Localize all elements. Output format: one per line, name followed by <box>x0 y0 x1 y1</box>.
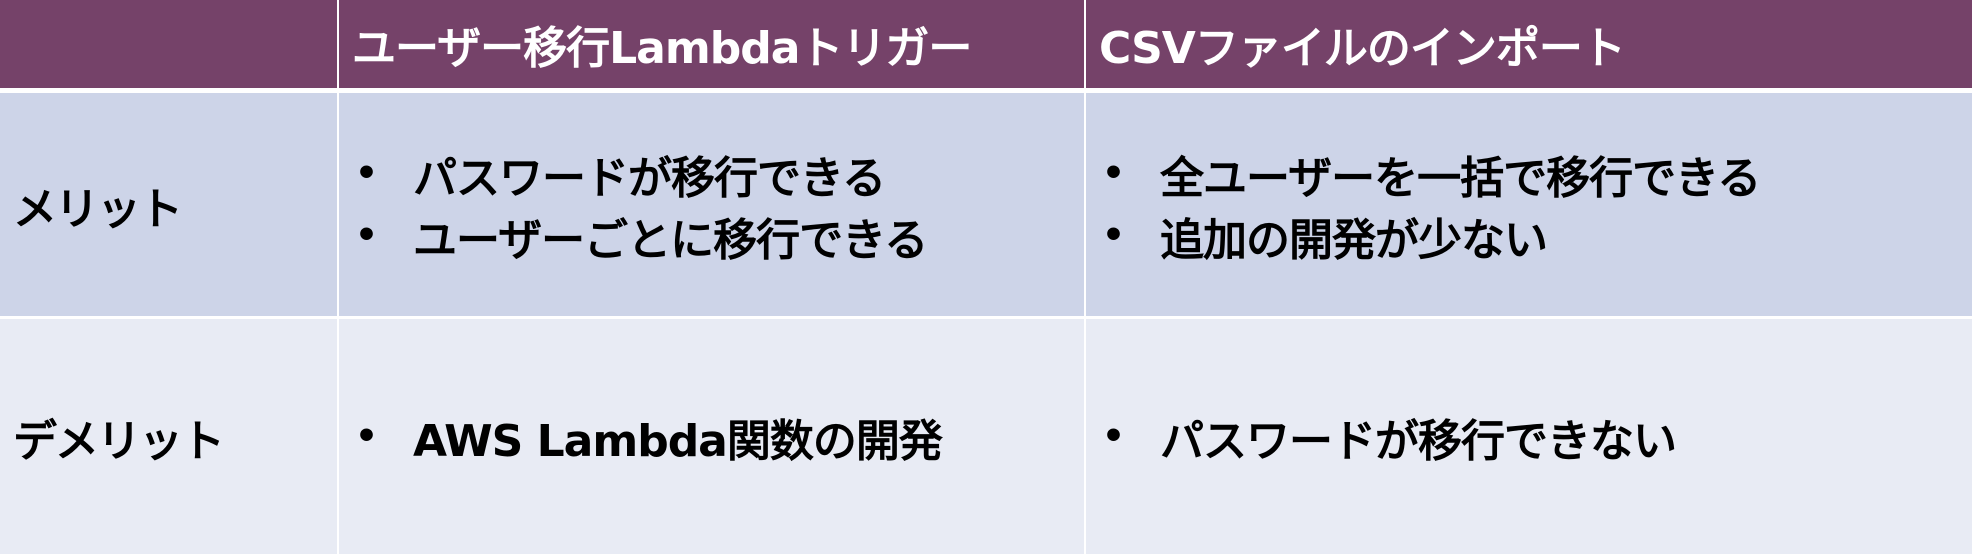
header-lambda-trigger: ユーザー移行Lambdaトリガー <box>339 0 1084 88</box>
demerit-csv-cell: • パスワードが移行できない <box>1086 319 1972 554</box>
merit-lambda-list: • パスワードが移行できる • ユーザーごとに移行できる <box>339 143 928 267</box>
header-corner-cell <box>0 0 337 88</box>
list-item: • パスワードが移行できる <box>353 143 927 205</box>
bullet-icon: • <box>355 416 378 457</box>
list-item-text: AWS Lambda関数の開発 <box>413 415 943 467</box>
list-item-text: 全ユーザーを一括で移行できる <box>1160 152 1761 204</box>
list-item-text: パスワードが移行できない <box>1160 415 1677 467</box>
list-item: • ユーザーごとに移行できる <box>353 205 928 267</box>
merit-csv-cell: • 全ユーザーを一括で移行できる • 追加の開発が少ない <box>1086 93 1972 316</box>
bullet-icon: • <box>1102 215 1125 256</box>
list-item: • 追加の開発が少ない <box>1100 205 1760 267</box>
merit-csv-list: • 全ユーザーを一括で移行できる • 追加の開発が少ない <box>1086 143 1761 267</box>
list-item-text: 追加の開発が少ない <box>1160 214 1548 266</box>
merit-lambda-cell: • パスワードが移行できる • ユーザーごとに移行できる <box>339 93 1084 316</box>
bullet-icon: • <box>1102 153 1125 194</box>
list-item-text: パスワードが移行できる <box>413 152 886 204</box>
list-item: • AWS Lambda関数の開発 <box>353 406 943 468</box>
list-item: • パスワードが移行できない <box>1100 406 1677 468</box>
bullet-icon: • <box>355 215 378 256</box>
header-csv-import: CSVファイルのインポート <box>1086 0 1972 88</box>
comparison-table: ユーザー移行Lambdaトリガー CSVファイルのインポート メリット • パス… <box>0 0 1972 554</box>
demerit-lambda-list: • AWS Lambda関数の開発 <box>339 406 943 468</box>
list-item-text: ユーザーごとに移行できる <box>413 214 928 266</box>
row-label-demerit: デメリット <box>0 319 337 554</box>
demerit-lambda-cell: • AWS Lambda関数の開発 <box>339 319 1084 554</box>
bullet-icon: • <box>355 153 378 194</box>
demerit-csv-list: • パスワードが移行できない <box>1086 406 1677 468</box>
row-label-merit: メリット <box>0 93 337 316</box>
bullet-icon: • <box>1102 416 1125 457</box>
list-item: • 全ユーザーを一括で移行できる <box>1100 143 1761 205</box>
